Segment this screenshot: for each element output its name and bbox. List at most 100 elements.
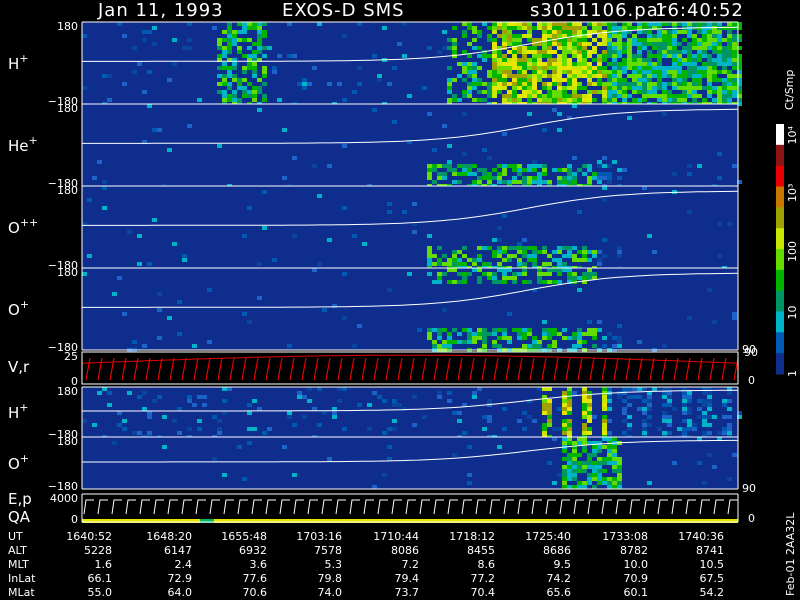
table-cell: 77.6 [243,572,268,585]
table-cell: 8782 [620,544,648,557]
table-cell: 5228 [84,544,112,557]
table-cell: 74.0 [318,586,343,599]
panel-3: 180−180O++ [8,184,739,272]
panel-1-ytick-top: 180 [57,20,78,33]
table-cell: 10.5 [700,558,725,571]
table-row-label: ALT [8,544,27,557]
table-row-label: MLT [8,558,29,571]
colorbar-tick: 10⁴ [786,126,799,145]
table-row-label: MLat [8,586,35,599]
colorbar-tick: 10 [786,306,799,320]
table-cell: 6147 [164,544,192,557]
panel-4: 180−180O+90 [8,266,756,356]
table-cell: 8741 [696,544,724,557]
table-cell: 67.5 [700,572,725,585]
panel-5-rtick-top: 90 [744,346,758,359]
panel-1: 180−180H+ [8,20,742,108]
table-cell: 66.1 [88,572,113,585]
footer-id: Feb-01 2AA32L [784,512,797,596]
colorbar-swatch [776,332,784,354]
table-cell: 5.3 [325,558,343,571]
panel-6-ytick-top: 180 [57,385,78,398]
table-cell: 2.4 [175,558,193,571]
table-cell: 54.2 [700,586,725,599]
table-cell: 1710:44 [373,530,419,543]
title-file: s3011106.par [530,0,667,21]
colorbar-swatch [776,311,784,333]
table-cell: 8455 [467,544,495,557]
table-cell: 9.5 [554,558,572,571]
panel-3-ytick-top: 180 [57,184,78,197]
table-cell: 1703:16 [296,530,342,543]
panel-3-label: O++ [8,216,38,237]
panel-1-label: H+ [8,52,29,73]
table-cell: 7578 [314,544,342,557]
title-instrument: EXOS-D SMS [282,0,405,21]
panel-5-label: V,r [8,358,30,376]
colorbar-swatch [776,353,784,375]
panel-8-label2: QA [8,508,31,526]
colorbar-swatch [776,144,784,167]
table-cell: 70.9 [624,572,649,585]
table-cell: 1655:48 [221,530,267,543]
table-cell: 8686 [543,544,571,557]
colorbar-tick: 100 [786,241,799,262]
panel-2: 180−180He+ [8,102,742,190]
table-cell: 70.6 [243,586,268,599]
panel-4-ytick-top: 180 [57,266,78,279]
table-cell: 79.8 [318,572,343,585]
panel-7-label: O+ [8,452,29,473]
colorbar-swatch [776,124,784,146]
table-row-label: InLat [8,572,36,585]
title-time: 16:40:52 [655,0,744,21]
panel-5-rtick-bottom: 0 [748,374,755,387]
table-cell: 65.6 [547,586,572,599]
title-date: Jan 11, 1993 [97,0,224,21]
table-cell: 79.4 [395,572,420,585]
table-cell: 60.1 [624,586,649,599]
colorbar-swatch [776,186,784,208]
panel-7-ytick-top: 180 [57,435,78,448]
table-cell: 64.0 [168,586,193,599]
table-cell: 55.0 [88,586,113,599]
table-cell: 74.2 [547,572,572,585]
panel-7: 180−180O+90 [8,435,756,495]
panel-8: 4000 0 E,pQA 0 [8,490,755,526]
table-cell: 1.6 [95,558,113,571]
panel-8-ytick-bottom: 0 [71,513,78,526]
colorbar-swatch [776,249,784,271]
table-cell: 10.0 [624,558,649,571]
colorbar-swatch [776,165,784,187]
panel-5: 250V,r900 [8,346,758,388]
table-cell: 8.6 [478,558,496,571]
table-cell: 1725:40 [525,530,571,543]
panel-6-label: H+ [8,401,29,422]
colorbar-unit: Ct/Smp [783,70,796,110]
panel-5-ytick-top: 25 [64,350,78,363]
colorbar-tick: 10³ [786,184,799,202]
panel-7-rtick: 90 [742,482,756,495]
table-cell: 77.2 [471,572,496,585]
table-cell: 73.7 [395,586,420,599]
table-cell: 1740:36 [678,530,724,543]
panel-6: 180−180H+ [8,385,742,441]
orbit-table: UT 1640:52 1648:20 1655:48 1703:16 1710:44 171… [8,530,724,599]
table-cell: 8086 [391,544,419,557]
colorbar-swatch [776,228,784,250]
table-cell: 1640:52 [66,530,112,543]
colorbar-swatch [776,269,784,292]
table-cell: 6932 [239,544,267,557]
colorbar-swatch [776,207,784,229]
table-cell: 3.6 [250,558,268,571]
table-cell: 7.2 [402,558,420,571]
table-cell: 70.4 [471,586,496,599]
colorbar: 10⁴ 10³ 100 10 1 [776,124,799,377]
table-row-label: UT [8,530,23,543]
sms-plot: Jan 11, 1993 EXOS-D SMS s3011106.par 16:… [8,0,799,599]
panel-8-rtick-bottom: 0 [748,512,755,525]
panel-8-ytick-top: 4000 [50,492,78,505]
panel-2-label: He+ [8,134,38,155]
panel-stack: 180−180H+180−180He+180−180O++180−180O+90… [8,20,758,526]
panel-4-label: O+ [8,298,29,319]
table-cell: 1733:08 [602,530,648,543]
